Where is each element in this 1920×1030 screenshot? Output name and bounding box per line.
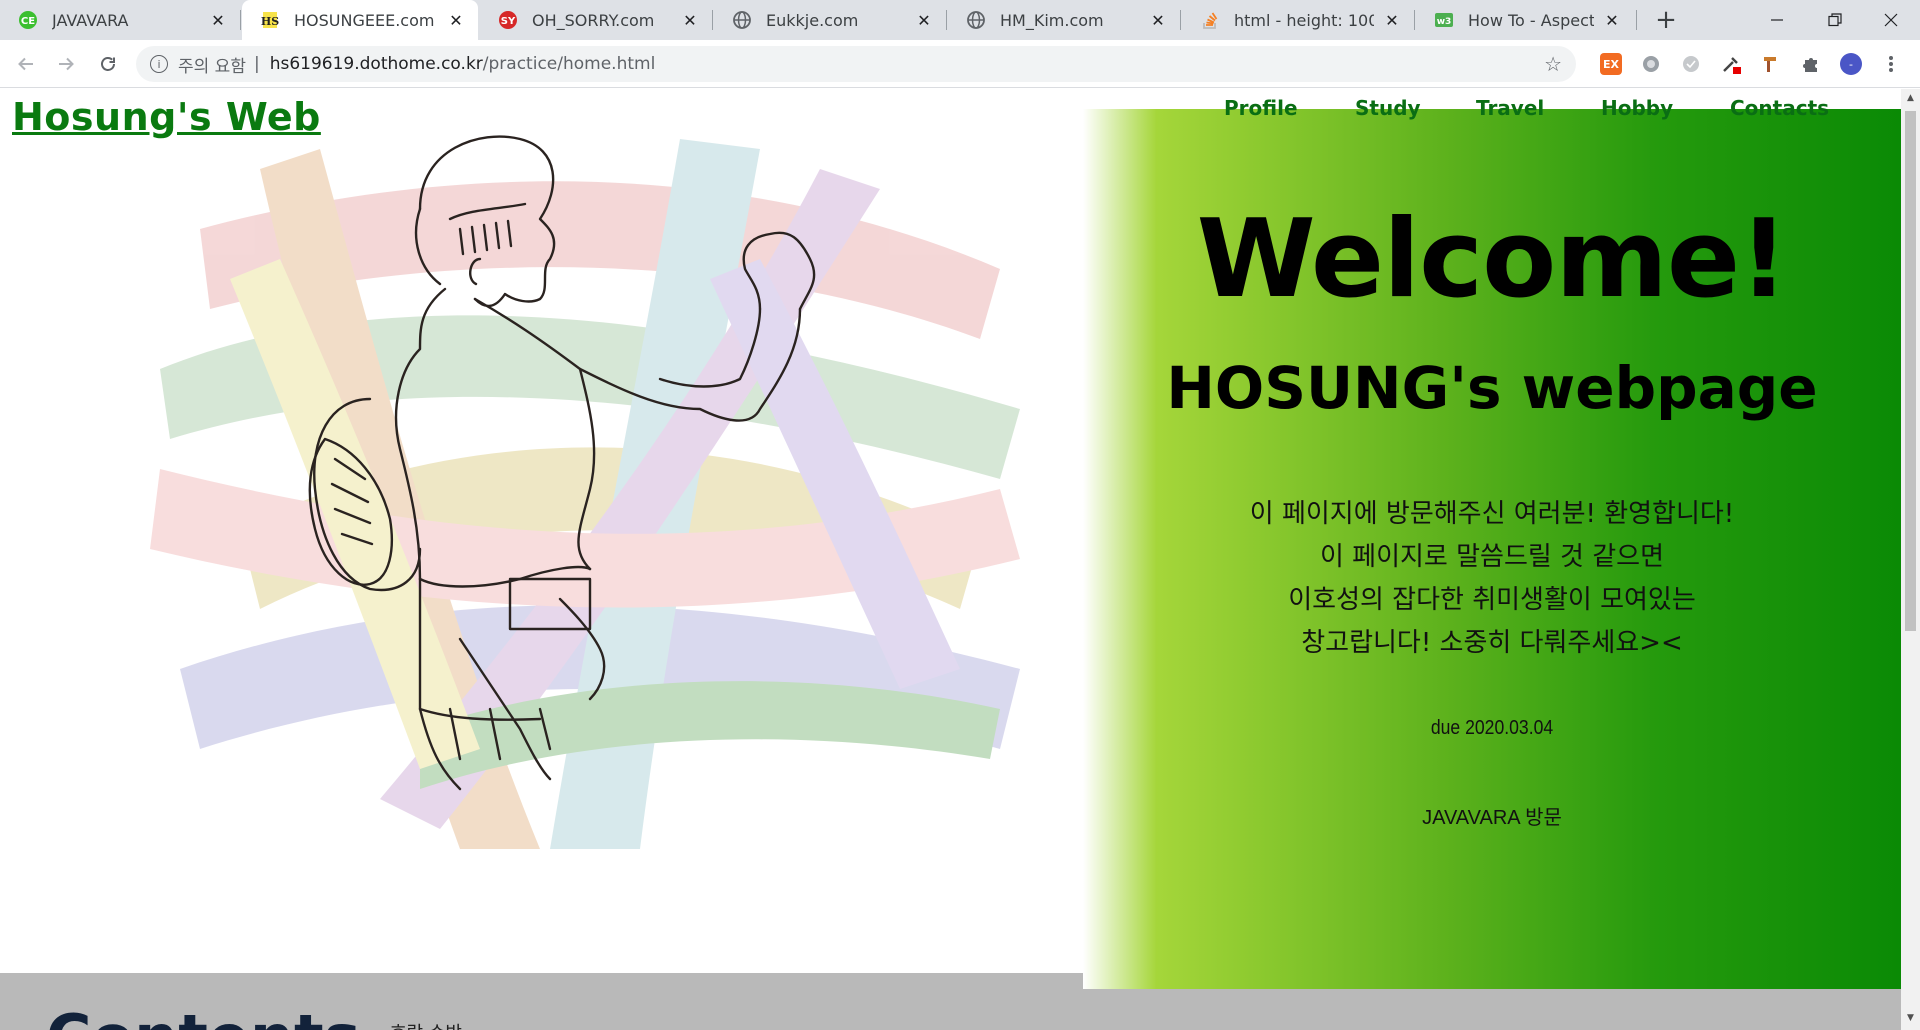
svg-text:SY: SY — [501, 16, 516, 27]
back-button[interactable] — [10, 48, 42, 80]
intro-text: 이 페이지에 방문해주신 여러분! 환영합니다! 이 페이지로 말씀드릴 것 같… — [1083, 493, 1901, 665]
close-icon[interactable]: ✕ — [1382, 10, 1402, 30]
nav-contacts[interactable]: Contacts — [1730, 96, 1829, 120]
visit-link[interactable]: JAVAVARA 방문 — [1083, 801, 1901, 830]
contents-heading: Contents — [46, 1007, 361, 1030]
url-host: hs619619.dothome.co.kr — [269, 54, 483, 74]
close-icon — [1884, 13, 1898, 27]
svg-text:HS: HS — [261, 15, 279, 28]
tab-separator — [946, 10, 947, 30]
forward-button[interactable] — [50, 48, 82, 80]
tab-title: How To - Aspect Ratio — [1468, 10, 1594, 30]
bookmark-star-icon[interactable]: ☆ — [1544, 52, 1562, 76]
tab-strip: CE JAVAVARA ✕ HS HOSUNGEEE.com ✕ SY OH_S… — [0, 0, 1920, 40]
close-icon[interactable]: ✕ — [1148, 10, 1168, 30]
tab-hosungeee[interactable]: HS HOSUNGEEE.com ✕ — [242, 0, 478, 40]
restore-icon — [1828, 13, 1842, 27]
scroll-up-icon[interactable]: ▲ — [1905, 93, 1916, 105]
tab-separator — [1180, 10, 1181, 30]
profile-avatar[interactable]: - — [1840, 53, 1862, 75]
welcome-heading: Welcome! — [1196, 197, 1789, 322]
tab-eukkje[interactable]: Eukkje.com ✕ — [714, 0, 946, 40]
tab-separator — [240, 10, 241, 30]
tab-title: HM_Kim.com — [1000, 10, 1104, 30]
close-icon[interactable]: ✕ — [914, 10, 934, 30]
new-tab-button[interactable]: + — [1652, 5, 1680, 35]
tab-title: OH_SORRY.com — [532, 10, 655, 30]
contents-section-right — [1083, 989, 1901, 1030]
close-icon[interactable]: ✕ — [208, 10, 228, 30]
close-icon[interactable]: ✕ — [446, 10, 466, 30]
tab-oh-sorry[interactable]: SY OH_SORRY.com ✕ — [480, 0, 712, 40]
tab-title: html - height: 100% fo — [1234, 10, 1374, 30]
tab-separator — [1636, 10, 1637, 30]
tab-separator — [1414, 10, 1415, 30]
extension-circle-icon[interactable] — [1680, 53, 1702, 75]
address-divider: | — [253, 54, 260, 74]
oh-sorry-favicon-icon: SY — [498, 10, 518, 30]
minimize-icon — [1771, 19, 1783, 21]
w3schools-icon: w3 — [1434, 10, 1454, 30]
security-warning[interactable]: 주의 요함 — [178, 52, 246, 77]
subtitle-heading: HOSUNG's webpage — [1166, 354, 1818, 422]
browser-toolbar: i 주의 요함 | hs619619.dothome.co.kr/practic… — [0, 40, 1920, 88]
nav-hobby[interactable]: Hobby — [1601, 96, 1673, 120]
due-date: due 2020.03.04 — [1430, 717, 1554, 739]
menu-kebab-icon[interactable] — [1880, 53, 1902, 75]
tab-javavara[interactable]: CE JAVAVARA ✕ — [0, 0, 240, 40]
nav-travel[interactable]: Travel — [1476, 96, 1544, 120]
tab-w3schools[interactable]: w3 How To - Aspect Ratio ✕ — [1416, 0, 1634, 40]
hs-favicon-icon: HS — [260, 10, 280, 30]
hero-illustration — [150, 135, 1020, 849]
reload-icon — [101, 57, 115, 71]
tab-stackoverflow[interactable]: html - height: 100% fo ✕ — [1182, 0, 1414, 40]
extensions-puzzle-icon[interactable] — [1800, 53, 1822, 75]
tab-hm-kim[interactable]: HM_Kim.com ✕ — [948, 0, 1180, 40]
intro-line: 창고랍니다! 소중히 다뤄주세요>< — [1301, 628, 1683, 658]
stackoverflow-icon — [1200, 10, 1220, 30]
nav-study[interactable]: Study — [1355, 96, 1421, 120]
tab-title: Eukkje.com — [766, 10, 859, 30]
javavara-favicon-icon: CE — [18, 10, 38, 30]
scroll-thumb[interactable] — [1905, 111, 1916, 631]
address-bar[interactable]: i 주의 요함 | hs619619.dothome.co.kr/practic… — [136, 46, 1576, 82]
close-icon[interactable]: ✕ — [680, 10, 700, 30]
tab-separator — [712, 10, 713, 30]
reload-button[interactable] — [92, 48, 124, 80]
page-viewport: Hosung's Web Profile Study Travel Hobby … — [0, 89, 1901, 1030]
globe-icon — [966, 10, 986, 30]
arrow-left-icon — [18, 57, 33, 71]
minimize-button[interactable] — [1748, 0, 1806, 40]
svg-text:w3: w3 — [1437, 17, 1452, 27]
tab-title: HOSUNGEEE.com — [294, 10, 435, 30]
info-icon[interactable]: i — [150, 55, 168, 73]
tab-title: JAVAVARA — [52, 10, 129, 30]
contents-subtext: 호랑 수박 — [390, 1019, 462, 1030]
url-path: /practice/home.html — [482, 54, 656, 74]
svg-text:CE: CE — [21, 16, 35, 27]
nav-profile[interactable]: Profile — [1224, 96, 1298, 120]
extension-ex-icon[interactable]: EX — [1600, 53, 1622, 75]
arrow-right-icon — [59, 57, 74, 71]
window-close-button[interactable] — [1862, 0, 1920, 40]
intro-line: 이 페이지로 말씀드릴 것 같으면 — [1319, 542, 1665, 572]
close-icon[interactable]: ✕ — [1602, 10, 1622, 30]
intro-line: 이호성의 잡다한 취미생활이 모여있는 — [1288, 585, 1696, 615]
extension-gray-icon[interactable] — [1640, 53, 1662, 75]
restore-button[interactable] — [1806, 0, 1864, 40]
site-logo[interactable]: Hosung's Web — [12, 95, 321, 139]
extension-hammer-icon[interactable] — [1760, 53, 1782, 75]
page-scrollbar[interactable]: ▲ ▼ — [1901, 89, 1920, 1030]
scroll-down-icon[interactable]: ▼ — [1905, 1013, 1916, 1025]
extension-eyedropper-icon[interactable] — [1720, 53, 1742, 75]
globe-icon — [732, 10, 752, 30]
intro-line: 이 페이지에 방문해주신 여러분! 환영합니다! — [1249, 499, 1735, 529]
